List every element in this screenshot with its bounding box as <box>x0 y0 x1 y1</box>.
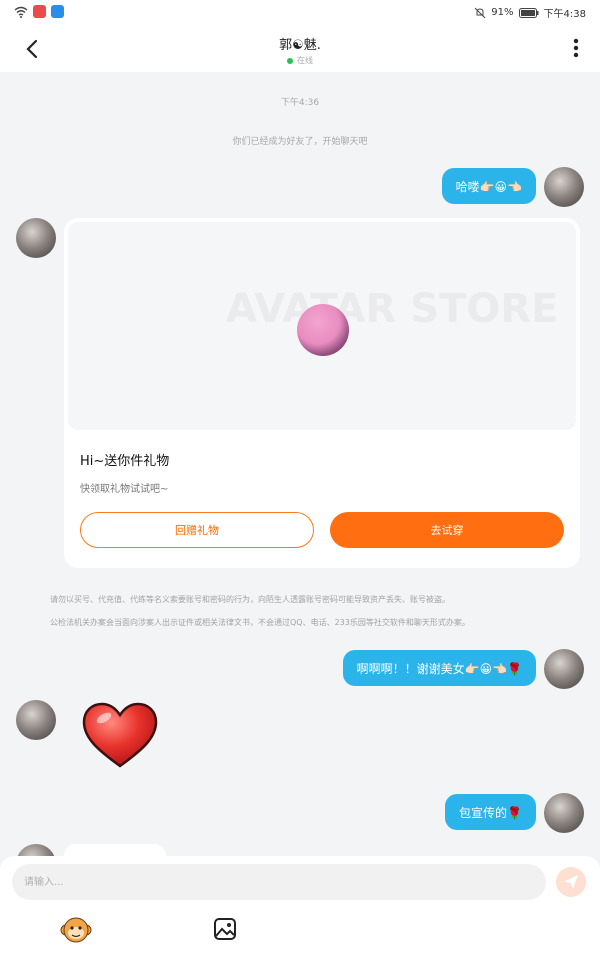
message-timestamp: 下午4:36 <box>280 98 320 108</box>
battery-icon <box>518 7 539 18</box>
contact-avatar[interactable] <box>16 218 56 258</box>
clock: 下午4:38 <box>543 9 586 20</box>
mute-icon <box>474 7 486 18</box>
safety-warning-line-1: 请勿以买号、代充值、代练等名义索要账号和密码的行为，向陌生人透露账号密码可能导致… <box>50 595 450 604</box>
gift-preview-image: AVATAR STORE <box>226 286 558 356</box>
wifi-icon <box>14 6 28 18</box>
online-label: 在线 <box>297 56 313 65</box>
try-on-button[interactable]: 去试穿 <box>330 512 564 548</box>
image-icon <box>214 918 236 940</box>
safety-warning-line-2: 公检法机关办案会当面向涉案人出示证件或相关法律文书，不会通过QQ、电话、233乐… <box>50 618 470 627</box>
my-avatar-3[interactable] <box>544 793 584 833</box>
heart-sticker[interactable] <box>80 700 160 772</box>
watermark-text: AVATAR STORE <box>226 286 558 332</box>
contact-avatar-2[interactable] <box>16 700 56 740</box>
image-button[interactable] <box>212 916 238 942</box>
contact-name: 郭☯魅. <box>279 38 321 53</box>
my-avatar[interactable] <box>544 167 584 207</box>
chat-title-area: 郭☯魅. 在线 <box>200 34 400 66</box>
status-right: 91% 下午4:38 <box>474 5 586 20</box>
status-left <box>14 5 64 18</box>
my-avatar-2[interactable] <box>544 649 584 689</box>
app-notification-icon-2 <box>51 5 64 18</box>
online-status: 在线 <box>200 55 400 66</box>
send-button[interactable] <box>556 867 586 897</box>
back-button[interactable] <box>18 34 48 64</box>
more-button[interactable] <box>564 34 588 64</box>
send-icon <box>564 875 578 889</box>
chat-header: 郭☯魅. 在线 <box>0 26 600 72</box>
gift-subtitle: 快领取礼物试试吧~ <box>80 484 169 495</box>
monkey-emoji-icon <box>60 917 92 943</box>
battery-percent: 91% <box>491 7 514 18</box>
emoji-button[interactable] <box>60 914 92 946</box>
gift-title: Hi~送你件礼物 <box>80 454 170 469</box>
outgoing-message-bubble[interactable]: 哈喽👉🏻😀👈🏻 <box>441 168 536 204</box>
online-dot <box>287 57 293 64</box>
gift-image: AVATAR STORE <box>68 222 576 430</box>
chevron-left-icon <box>26 39 38 59</box>
system-notice: 你们已经成为好友了，开始聊天吧 <box>232 137 368 147</box>
status-bar: 91% 下午4:38 <box>0 0 600 26</box>
input-bar <box>0 856 600 960</box>
app-notification-icon <box>33 5 46 18</box>
outgoing-message-bubble-2[interactable]: 啊啊啊！！谢谢美女👉🏻😀👈🏻🌹 <box>342 650 536 686</box>
more-vertical-icon <box>573 38 579 58</box>
outgoing-message-bubble-3[interactable]: 包宣传的🌹 <box>445 794 536 830</box>
return-gift-button[interactable]: 回赠礼物 <box>80 512 314 548</box>
gift-card[interactable]: AVATAR STORE Hi~送你件礼物 快领取礼物试试吧~ 回赠礼物 去试穿 <box>64 218 580 568</box>
message-input[interactable] <box>12 864 546 900</box>
